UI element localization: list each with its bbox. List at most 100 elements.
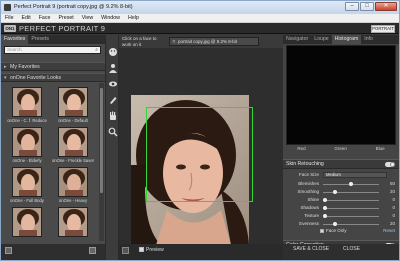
preset-name: onOne - C. f. Reduce xyxy=(7,118,47,123)
slider-label: Shine xyxy=(307,197,319,202)
tab-navigator[interactable]: Navigator xyxy=(283,35,311,44)
preset-thumbnail[interactable] xyxy=(5,207,49,245)
preset-image xyxy=(58,87,88,117)
canvas-area: Click on a face to work on it ✕ portrait … xyxy=(119,35,283,260)
minimize-button[interactable]: – xyxy=(345,2,359,11)
preview-toggle[interactable]: Preview xyxy=(139,247,164,253)
close-button[interactable]: ✕ xyxy=(375,2,397,11)
menu-window[interactable]: Window xyxy=(101,15,120,21)
slider-track[interactable] xyxy=(323,200,379,201)
slider-value: 20 xyxy=(389,189,395,194)
face-hint: Click on a face to work on it xyxy=(122,36,157,47)
skin-retouching-toggle[interactable] xyxy=(385,162,395,167)
preset-thumbnail[interactable]: onOne - Elderly xyxy=(5,127,49,165)
tab-histogram[interactable]: Histogram xyxy=(331,35,362,44)
channel-red[interactable]: Red xyxy=(297,146,305,154)
skin-retouching-header[interactable]: Skin Retouching xyxy=(283,159,399,169)
tab-info[interactable]: Info xyxy=(361,35,376,44)
zoom-tool-icon[interactable] xyxy=(108,127,118,137)
scrollbar-thumb[interactable] xyxy=(100,88,103,193)
face-size-select[interactable]: Medium xyxy=(323,172,387,178)
section-label: My Favorites xyxy=(10,64,40,70)
preset-name: onOne - Elderly xyxy=(12,158,42,163)
document-tab-label: portrait copy.jpg @ 9.2% 8-bit xyxy=(178,39,238,44)
preset-thumbnail[interactable] xyxy=(51,207,95,245)
preset-thumbnail[interactable]: onOne - Freckle Saver xyxy=(51,127,95,165)
preset-thumbnail[interactable]: onOne - Heavy xyxy=(51,167,95,205)
face-only-checkbox[interactable] xyxy=(320,229,324,233)
section-my-favorites[interactable]: ▸ My Favorites xyxy=(1,62,105,71)
eye-tool-icon[interactable] xyxy=(108,79,118,89)
preset-thumbnail[interactable]: onOne - Default xyxy=(51,87,95,125)
maximize-button[interactable]: □ xyxy=(360,2,374,11)
menu-view[interactable]: View xyxy=(82,15,93,21)
slider-value: 0 xyxy=(392,197,395,202)
skin-slider-row: Shine 0 xyxy=(283,197,399,204)
preset-name: onOne - Heavy xyxy=(58,198,88,203)
face-only-label: Face Only xyxy=(326,228,347,233)
scrollbar[interactable] xyxy=(99,83,104,241)
app-name: PERFECT PORTRAIT 9 xyxy=(19,24,106,33)
panel-footer: SAVE & CLOSE CLOSE xyxy=(283,244,399,260)
channel-blue[interactable]: Blue xyxy=(376,146,385,154)
close-panel-button[interactable]: CLOSE xyxy=(339,245,364,254)
skin-slider-row: Shadows 0 xyxy=(283,205,399,212)
browser-footer xyxy=(1,244,105,260)
section-title: Skin Retouching xyxy=(286,161,324,167)
face-size-label: Face Size xyxy=(298,172,319,177)
slider-knob[interactable] xyxy=(333,222,338,226)
preset-thumbnail[interactable]: onOne - C. f. Reduce xyxy=(5,87,49,125)
slider-track[interactable] xyxy=(323,192,379,193)
slider-track[interactable] xyxy=(323,224,379,225)
slider-label: Blemishes xyxy=(298,181,319,186)
hand-tool-icon[interactable] xyxy=(108,111,118,121)
slider-track[interactable] xyxy=(323,216,379,217)
menu-preset[interactable]: Preset xyxy=(58,15,73,21)
person-tool-icon[interactable] xyxy=(108,63,118,73)
brush-tool-icon[interactable] xyxy=(108,95,118,105)
tab-favorites[interactable]: Favorites xyxy=(1,35,29,44)
slider-knob[interactable] xyxy=(323,214,327,218)
menu-file[interactable]: File xyxy=(5,15,14,21)
slider-track[interactable] xyxy=(323,208,379,209)
list-view-icon[interactable] xyxy=(89,247,96,254)
preset-name: onOne - Default xyxy=(58,118,88,123)
menu-help[interactable]: Help xyxy=(128,15,139,21)
skin-slider-row: Evenness 20 xyxy=(283,221,399,228)
slider-label: Texture xyxy=(304,213,319,218)
reset-link[interactable]: Reset xyxy=(383,228,395,233)
menu-edit[interactable]: Edit xyxy=(22,15,31,21)
slider-knob[interactable] xyxy=(349,182,353,186)
face-size-row: Face Size Medium xyxy=(283,172,399,179)
preset-image xyxy=(12,87,42,117)
canvas-header: Click on a face to work on it ✕ portrait … xyxy=(119,35,283,48)
tab-loupe[interactable]: Loupe xyxy=(311,35,331,44)
document-tab[interactable]: ✕ portrait copy.jpg @ 9.2% 8-bit xyxy=(169,37,259,46)
portrait-mode-button[interactable]: PORTRAIT xyxy=(371,25,395,33)
section-label: onOne Favorite Looks xyxy=(10,75,62,81)
search-icon: ⌕ xyxy=(95,47,98,53)
menu-face[interactable]: Face xyxy=(39,15,51,21)
close-tab-icon[interactable]: ✕ xyxy=(172,38,176,45)
slider-knob[interactable] xyxy=(323,198,327,202)
compare-icon[interactable] xyxy=(122,247,129,254)
slider-knob[interactable] xyxy=(323,206,327,210)
save-close-button[interactable]: SAVE & CLOSE xyxy=(289,245,333,254)
face-selection-box[interactable] xyxy=(146,107,253,202)
section-favorite-looks[interactable]: ▾ onOne Favorite Looks xyxy=(1,73,105,82)
slider-value: 50 xyxy=(389,181,395,186)
grid-view-icon[interactable] xyxy=(5,247,12,254)
preset-name: onOne - Full Body xyxy=(10,198,44,203)
search-placeholder: Search xyxy=(7,47,22,52)
slider-knob[interactable] xyxy=(333,190,338,194)
slider-label: Shadows xyxy=(300,205,319,210)
preview-checkbox[interactable] xyxy=(139,247,144,252)
preset-thumbnail[interactable]: onOne - Full Body xyxy=(5,167,49,205)
search-input[interactable]: Search ⌕ xyxy=(4,46,101,54)
tool-strip xyxy=(105,35,119,260)
tab-presets[interactable]: Presets xyxy=(28,35,52,44)
face-tool-icon[interactable] xyxy=(108,47,118,57)
preset-image xyxy=(58,207,88,237)
channel-green[interactable]: Green xyxy=(334,146,347,154)
browser-panel: Favorites Presets Search ⌕ ▸ My Favorites… xyxy=(1,35,105,260)
